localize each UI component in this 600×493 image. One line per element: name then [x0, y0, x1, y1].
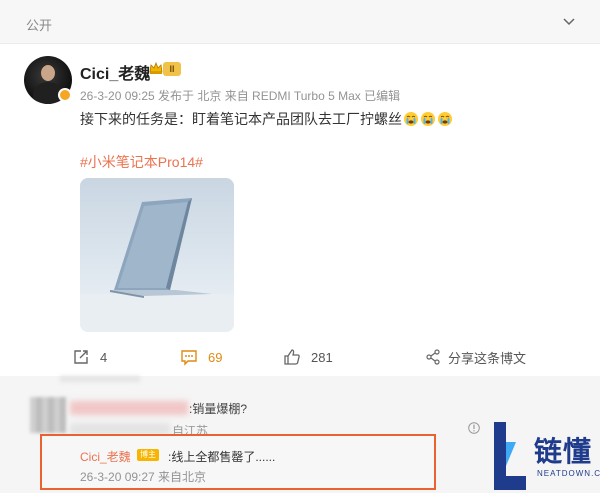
like-count: 281 — [311, 349, 333, 365]
comment-icon — [181, 350, 197, 366]
thumbs-up-icon — [284, 349, 300, 365]
level-badge: II — [163, 62, 181, 76]
crying-emoji-icon — [404, 112, 418, 126]
brand-l-icon — [494, 422, 526, 490]
post-text: 接下来的任务是：盯着笔记本产品团队去工厂拧螺丝 — [80, 109, 453, 129]
reply-meta: 26-3-20 09:27 来自北京 — [80, 470, 207, 484]
comment-section: :销量爆棚? 自江苏 Cici_老魏 博主 :线上全都售罄了...... 26-… — [0, 376, 600, 493]
laptop-illustration — [80, 198, 234, 332]
info-icon[interactable] — [468, 422, 480, 434]
commenter-avatar[interactable] — [30, 397, 66, 433]
hashtag-link[interactable]: #小米笔记本Pro14# — [80, 152, 203, 172]
brand-name-cn: 链懂 — [534, 435, 593, 468]
author-badge: 博主 — [137, 449, 159, 461]
laptop-photo[interactable] — [80, 178, 234, 332]
comment-count: 69 — [208, 349, 223, 365]
verified-badge-icon — [58, 88, 72, 102]
share-label: 分享这条博文 — [448, 350, 527, 366]
crying-emoji-icon — [438, 112, 452, 126]
watermark-logo: 链懂 NEATDOWN.COM — [484, 422, 600, 493]
commenter-name-redacted — [70, 401, 188, 415]
blurred-content — [60, 376, 140, 382]
post-header-bar: 公开 — [0, 0, 600, 44]
crying-emoji-icon — [421, 112, 435, 126]
visibility-label: 公开 — [26, 18, 53, 33]
post-body: 接下来的任务是：盯着笔记本产品团队去工厂拧螺丝 — [80, 111, 402, 127]
share-button[interactable]: 分享这条博文 — [426, 347, 526, 367]
reply-text: :线上全都售罄了...... — [168, 450, 276, 464]
weibo-post: Cici_老魏 II 26-3-20 09:25 发布于 北京 来自 REDMI… — [0, 44, 600, 374]
repost-button[interactable]: 4 — [72, 347, 107, 367]
author-reply-highlight: Cici_老魏 博主 :线上全都售罄了...... 26-3-20 09:27 … — [40, 434, 436, 490]
comment-text: :销量爆棚? — [189, 402, 248, 416]
repost-count: 4 — [100, 349, 108, 365]
crown-icon — [149, 61, 163, 74]
author-name[interactable]: Cici_老魏 — [80, 60, 150, 84]
comment-button[interactable]: 69 — [180, 347, 222, 367]
reply-author-name[interactable]: Cici_老魏 — [80, 448, 131, 465]
brand-name-en: NEATDOWN.COM — [537, 469, 600, 478]
repost-icon — [74, 350, 88, 364]
like-button[interactable]: 281 — [283, 347, 333, 367]
chevron-down-icon[interactable] — [562, 14, 576, 28]
share-icon — [426, 349, 440, 365]
post-meta: 26-3-20 09:25 发布于 北京 来自 REDMI Turbo 5 Ma… — [80, 89, 401, 103]
post-action-bar: 4 69 281 分享这条博文 — [0, 340, 600, 374]
